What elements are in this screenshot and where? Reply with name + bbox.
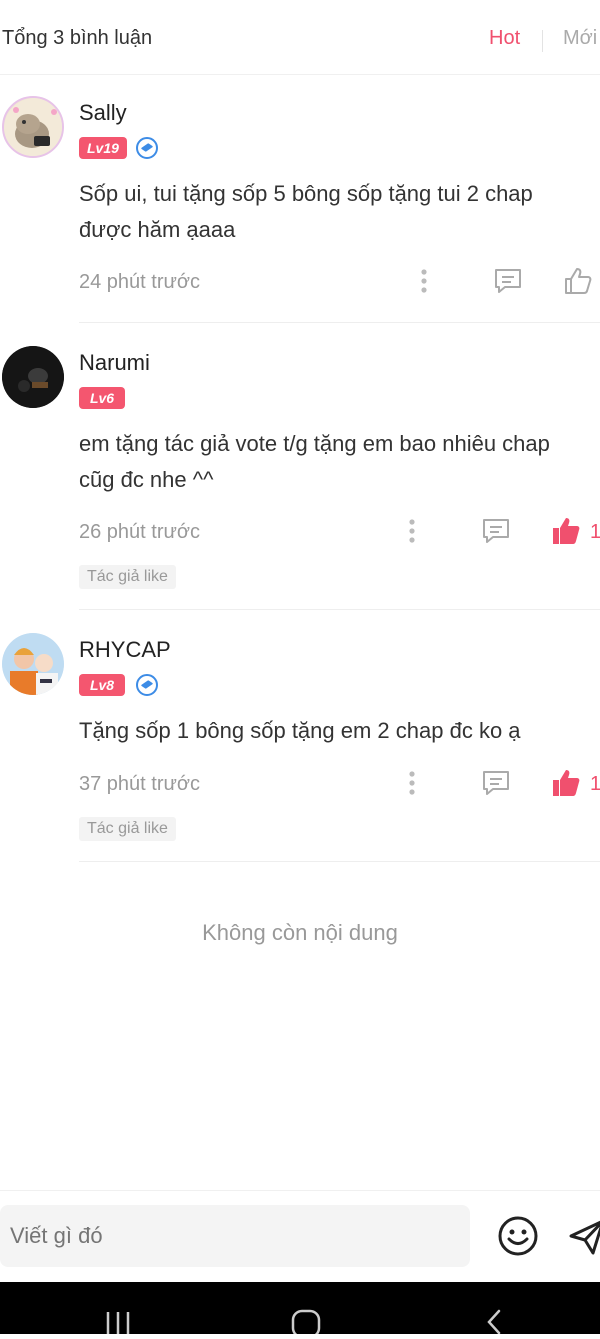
username[interactable]: Narumi [79,350,150,376]
thumbs-up-icon[interactable] [551,516,581,551]
thumbs-up-icon[interactable] [563,266,593,301]
comment-icon[interactable] [481,517,511,550]
send-icon[interactable] [565,1215,600,1262]
level-badge: Lv8 [79,674,125,696]
comment-text: Tặng sốp 1 bông sốp tặng em 2 chap đc ko… [79,713,600,749]
comment-input-bar [0,1190,600,1281]
sort-hot-tab[interactable]: Hot [489,27,520,50]
comment-text-line: em tặng tác giả vote t/g tặng em bao nhi… [79,431,550,456]
level-badge: Lv6 [79,387,125,409]
username[interactable]: RHYCAP [79,637,171,663]
author-like-tag: Tác giả like [79,565,176,589]
comment-time: 24 phút trước [79,271,201,293]
username[interactable]: Sally [79,100,127,126]
comment-text: em tặng tác giả vote t/g tặng em bao nhi… [79,426,600,498]
verified-badge-icon [136,674,158,696]
avatar[interactable] [2,633,64,695]
home-icon[interactable] [290,1308,322,1339]
comment-icon[interactable] [493,267,523,300]
comment-icon[interactable] [481,769,511,802]
no-more-content: Không còn nội dung [202,920,398,945]
sort-divider [542,30,543,52]
avatar[interactable] [2,96,64,158]
system-nav-bar [0,1282,600,1339]
divider [79,861,600,862]
comment-time: 37 phút trước [79,773,201,795]
comment-text-line: được hăm ạaaa [79,217,236,242]
comment-text: Sốp ui, tui tặng sốp 5 bông sốp tặng tui… [79,176,600,248]
divider [79,609,600,610]
author-like-tag: Tác giả like [79,817,176,841]
like-count: 1 [590,773,600,795]
like-count: 1 [590,521,600,543]
comment-total: Tổng 3 bình luận [2,27,153,49]
comment-input[interactable] [0,1205,470,1267]
smiley-icon[interactable] [497,1215,539,1262]
divider [79,322,600,323]
comment-time: 26 phút trước [79,521,201,543]
comment-text-line: Sốp ui, tui tặng sốp 5 bông sốp tặng tui… [79,181,533,206]
comment-text-line: Tặng sốp 1 bông sốp tặng em 2 chap đc ko… [79,718,521,743]
comments-header: Tổng 3 bình luận Hot Mới [0,0,600,75]
more-vertical-icon[interactable] [406,518,418,549]
comment-text-line: cũg đc nhe ^^ [79,467,214,492]
more-vertical-icon[interactable] [418,268,430,299]
avatar[interactable] [2,346,64,408]
sort-new-tab[interactable]: Mới [563,27,597,50]
verified-badge-icon [136,137,158,159]
level-badge: Lv19 [79,137,127,159]
thumbs-up-icon[interactable] [551,768,581,803]
back-icon[interactable] [484,1308,504,1339]
more-vertical-icon[interactable] [406,770,418,801]
recent-apps-icon[interactable] [104,1310,132,1339]
